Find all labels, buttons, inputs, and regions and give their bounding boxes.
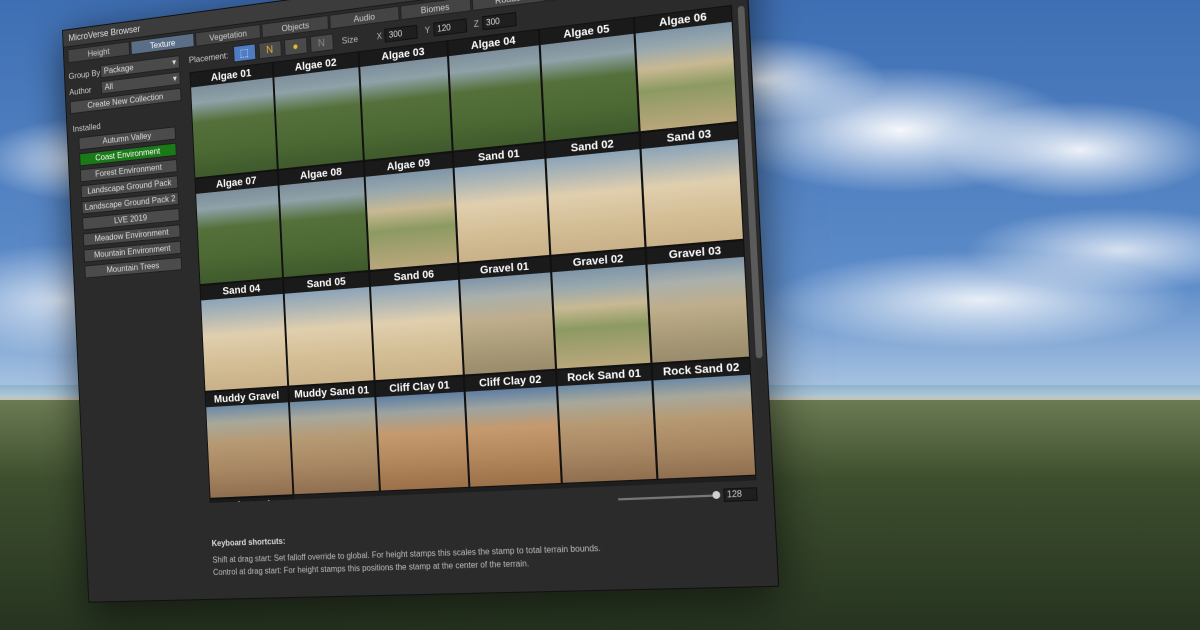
texture-tile[interactable]: Algae 04 <box>447 29 544 152</box>
thumbnail-size-field[interactable]: 128 <box>723 487 757 502</box>
texture-tile[interactable]: Algae 07 <box>194 170 283 285</box>
y-label: Y <box>425 25 431 35</box>
texture-thumbnail <box>191 78 277 178</box>
texture-tile[interactable]: Sand 06 <box>369 264 464 382</box>
texture-tile[interactable]: Sand 02 <box>545 132 646 256</box>
texture-tile[interactable]: Muddy Gravel <box>205 387 294 499</box>
texture-tile[interactable]: Muddy Sand 01 <box>288 381 380 495</box>
gray-placement-button[interactable]: N <box>309 33 333 53</box>
texture-thumbnail <box>206 402 292 497</box>
y-size-field[interactable]: 120 <box>433 18 467 36</box>
texture-tile[interactable]: Algae 05 <box>539 17 640 142</box>
texture-tile[interactable]: Algae 03 <box>359 40 453 161</box>
texture-thumbnail <box>546 149 644 255</box>
x-size-field[interactable]: 300 <box>385 24 419 42</box>
x-label: X <box>376 31 382 41</box>
slider-knob[interactable] <box>712 491 720 499</box>
texture-name: Rock Sand 03 <box>211 496 294 503</box>
texture-thumbnail <box>466 386 561 486</box>
texture-thumbnail <box>285 287 374 386</box>
texture-grid: Algae 01 Algae 02 Algae 03 Algae 04 Algae 05… <box>189 5 756 503</box>
texture-thumbnail <box>460 272 555 374</box>
texture-thumbnail <box>290 397 379 494</box>
texture-thumbnail <box>552 265 650 369</box>
texture-thumbnail <box>201 294 287 391</box>
texture-tile[interactable]: Sand 03 <box>640 122 744 248</box>
texture-thumbnail <box>449 45 543 150</box>
texture-tile[interactable]: Cliff Clay 02 <box>464 370 562 488</box>
texture-tile[interactable]: Sand 05 <box>283 271 375 387</box>
stamp-placement-button[interactable]: N <box>258 40 282 59</box>
stamp-gray-icon: N <box>318 37 326 49</box>
texture-thumbnail <box>360 56 451 159</box>
texture-tile[interactable]: Cliff Clay 01 <box>375 376 470 492</box>
texture-tile[interactable]: Algae 01 <box>189 62 277 179</box>
microverse-browser-window: MicroVerse Browser ⋮ HeightTextureVegeta… <box>62 0 779 603</box>
texture-tile[interactable]: Algae 02 <box>273 51 364 170</box>
z-size-field[interactable]: 300 <box>482 12 517 30</box>
texture-thumbnail <box>558 381 656 483</box>
main-panel: Placement: ⬚ N ● N Size X 300 Y 120 Z 30… <box>183 0 778 600</box>
texture-tile[interactable]: Rock Sand 02 <box>652 358 757 480</box>
chevron-down-icon: ▾ <box>172 57 176 69</box>
paint-gold-icon: ● <box>292 40 298 52</box>
texture-thumbnail <box>653 375 755 479</box>
texture-tile[interactable]: Algae 08 <box>278 161 369 278</box>
texture-tile[interactable]: Gravel 01 <box>458 256 556 376</box>
texture-thumbnail <box>648 257 750 363</box>
thumbnail-size-control: 128 <box>618 487 758 506</box>
cursor-placement-button[interactable]: ⬚ <box>233 43 256 62</box>
texture-tile[interactable]: Gravel 02 <box>550 248 651 370</box>
texture-thumbnail <box>636 22 737 131</box>
stamp-gold-icon: N <box>266 44 273 56</box>
texture-tile[interactable]: Algae 06 <box>634 5 738 133</box>
texture-thumbnail <box>196 186 282 284</box>
texture-thumbnail <box>455 159 550 263</box>
texture-grid-area: Algae 01 Algae 02 Algae 03 Algae 04 Algae 05… <box>189 5 756 503</box>
keyboard-shortcuts-help: Keyboard shortcuts: Shift at drag start:… <box>211 519 765 579</box>
group-by-value: Package <box>104 62 134 77</box>
chevron-down-icon: ▾ <box>173 73 177 85</box>
texture-tile[interactable]: Sand 04 <box>200 278 289 392</box>
author-label: Author <box>69 83 101 97</box>
texture-thumbnail <box>541 34 639 141</box>
placement-label: Placement: <box>189 50 229 65</box>
texture-thumbnail <box>376 392 468 491</box>
paint-placement-button[interactable]: ● <box>284 37 308 57</box>
texture-thumbnail <box>642 139 743 247</box>
texture-tile[interactable]: Gravel 03 <box>646 240 751 364</box>
texture-tile[interactable]: Sand 01 <box>453 142 551 263</box>
author-value: All <box>104 81 113 93</box>
size-label: Size <box>342 33 359 46</box>
texture-tile[interactable]: Algae 09 <box>364 152 458 271</box>
package-list: Autumn Valley Coast Environment Forest Env… <box>71 125 189 279</box>
texture-thumbnail <box>371 280 463 380</box>
texture-thumbnail <box>280 177 369 277</box>
texture-thumbnail <box>366 168 458 270</box>
texture-tile[interactable]: Rock Sand 01 <box>556 364 657 484</box>
texture-thumbnail <box>274 67 362 169</box>
group-by-label: Group By <box>68 67 100 81</box>
cursor-icon: ⬚ <box>239 47 248 59</box>
thumbnail-size-slider[interactable] <box>618 494 719 500</box>
z-label: Z <box>474 18 479 28</box>
